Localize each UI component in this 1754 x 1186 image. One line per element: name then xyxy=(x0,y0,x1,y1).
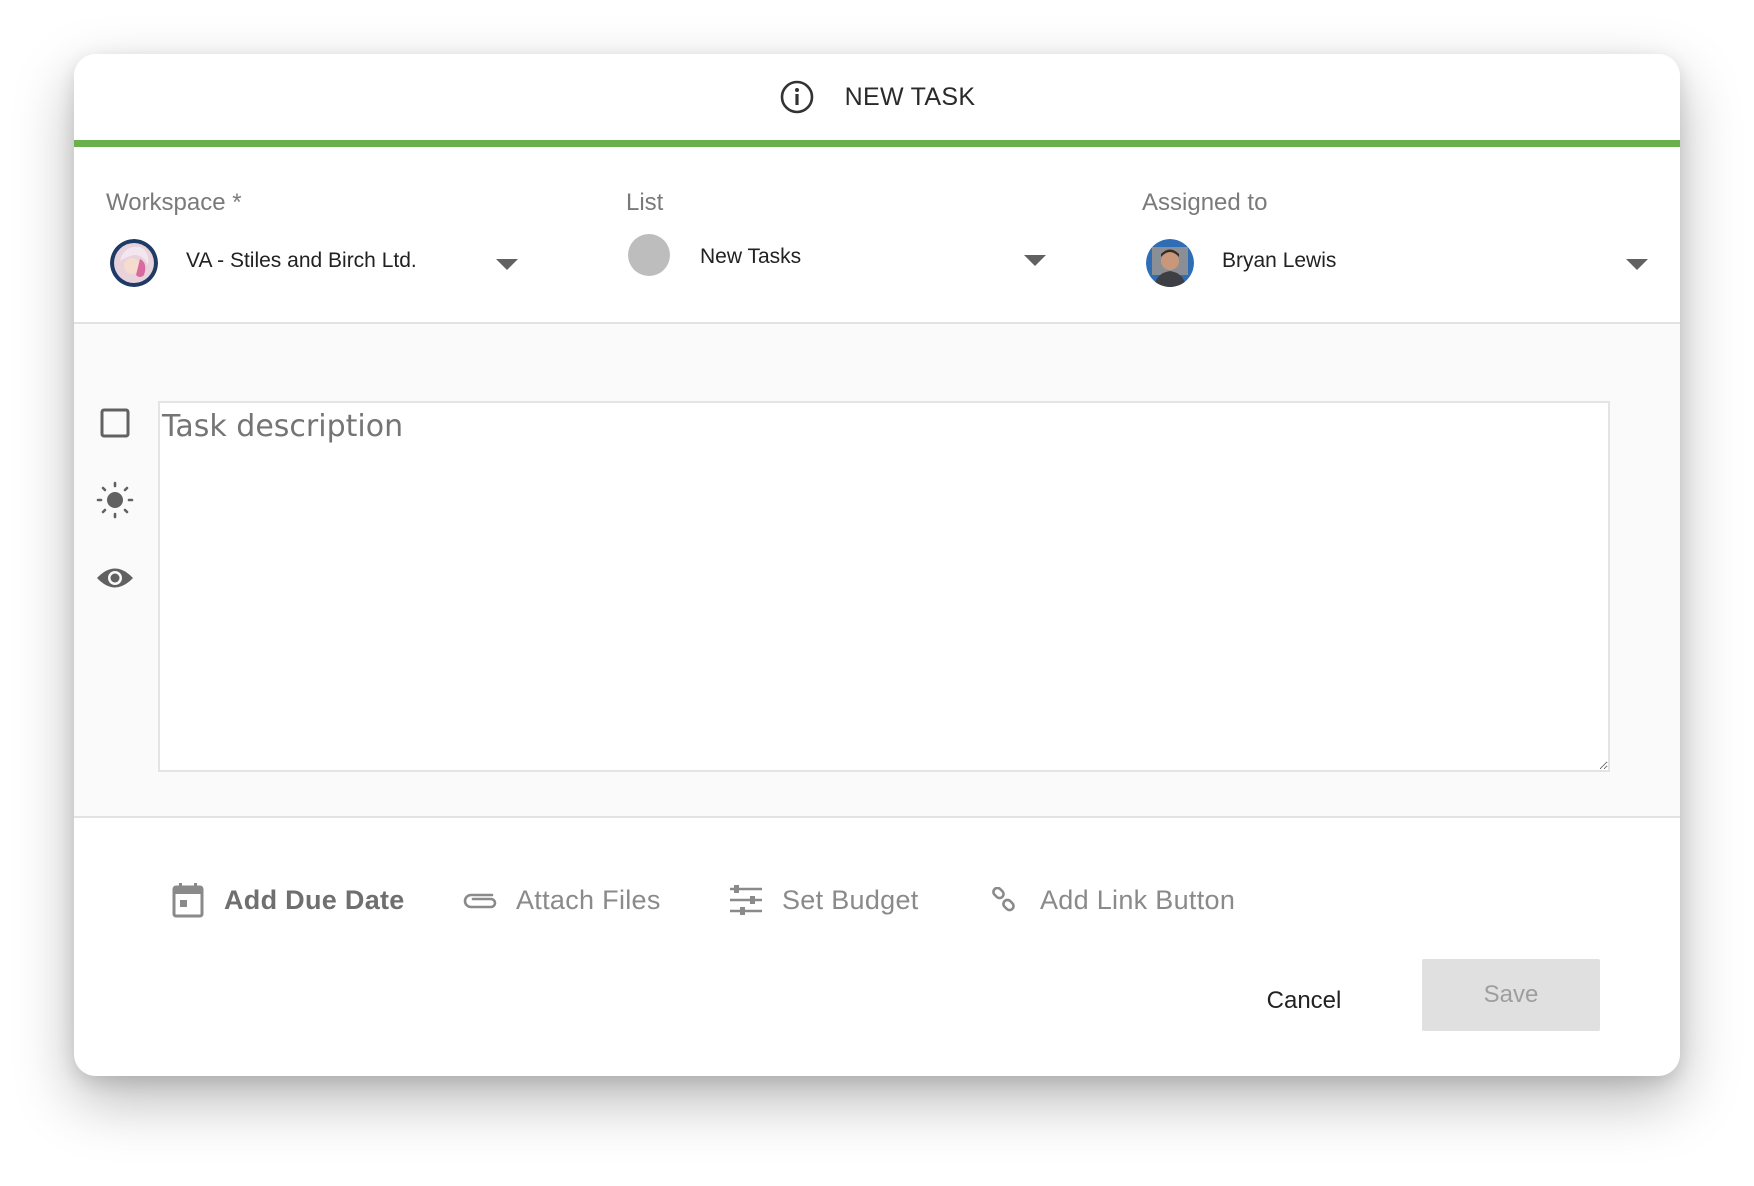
attach-files-button[interactable]: Attach Files xyxy=(460,878,661,922)
sliders-icon xyxy=(726,880,766,920)
task-fields: Workspace * VA - Stiles and Birch Ltd. L… xyxy=(74,147,1680,324)
add-link-label: Add Link Button xyxy=(1040,884,1236,915)
checkbox-icon[interactable] xyxy=(94,402,136,444)
list-label: List xyxy=(626,189,664,216)
add-due-date-label: Add Due Date xyxy=(224,884,405,915)
new-task-dialog: NEW TASK Workspace * VA - Stiles and Bir… xyxy=(74,54,1680,1076)
cancel-button[interactable]: Cancel xyxy=(1234,968,1374,1034)
workspace-label: Workspace * xyxy=(106,189,242,216)
assignee-value: Bryan Lewis xyxy=(1222,249,1337,272)
sun-icon[interactable] xyxy=(94,479,136,521)
workspace-avatar xyxy=(110,239,158,287)
task-description-input[interactable] xyxy=(158,401,1610,772)
add-due-date-button[interactable]: Add Due Date xyxy=(168,878,405,922)
assigned-field[interactable]: Assigned to Bryan Lewis xyxy=(1142,147,1662,324)
link-icon xyxy=(984,880,1024,920)
workspace-value: VA - Stiles and Birch Ltd. xyxy=(186,249,417,272)
chevron-down-icon[interactable] xyxy=(1024,255,1046,266)
workspace-field[interactable]: Workspace * VA - Stiles and Birch Ltd. xyxy=(106,147,526,324)
dialog-title: NEW TASK xyxy=(844,82,976,111)
info-icon[interactable] xyxy=(779,79,815,115)
save-button[interactable]: Save xyxy=(1422,959,1600,1031)
task-body xyxy=(74,324,1680,818)
chevron-down-icon[interactable] xyxy=(496,259,518,270)
set-budget-button[interactable]: Set Budget xyxy=(726,878,919,922)
list-value: New Tasks xyxy=(700,245,802,268)
dialog-footer: Add Due Date Attach Files Set Budget Add… xyxy=(74,818,1680,1076)
attach-files-label: Attach Files xyxy=(516,884,661,915)
paperclip-icon xyxy=(460,880,500,920)
eye-icon[interactable] xyxy=(94,557,136,599)
add-link-button[interactable]: Add Link Button xyxy=(984,878,1235,922)
list-color-dot xyxy=(628,234,670,276)
calendar-icon xyxy=(168,880,208,920)
list-field[interactable]: List New Tasks xyxy=(626,147,1066,324)
assigned-label: Assigned to xyxy=(1142,189,1268,216)
set-budget-label: Set Budget xyxy=(782,884,919,915)
dialog-header: NEW TASK xyxy=(74,54,1680,147)
chevron-down-icon[interactable] xyxy=(1626,259,1648,270)
assignee-avatar xyxy=(1146,239,1194,287)
